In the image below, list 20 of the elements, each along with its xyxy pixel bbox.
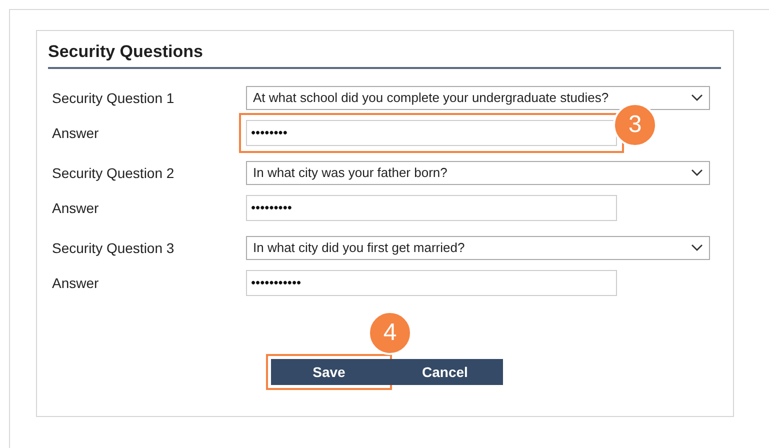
section-title: Security Questions (48, 41, 204, 63)
chevron-down-icon (691, 244, 703, 252)
question-dropdown[interactable]: In what city was your father born? (246, 161, 710, 185)
field-label: Security Question 2 (51, 164, 176, 183)
form-button[interactable]: Cancel (387, 359, 503, 385)
step-badge: 3 (613, 103, 657, 147)
step-badge: 4 (368, 311, 412, 355)
answer-field[interactable]: •••••••• (246, 120, 617, 146)
field-label: Security Question 1 (51, 88, 176, 108)
chevron-down-icon (691, 94, 703, 102)
answer-field[interactable]: ••••••••• (246, 195, 617, 221)
answer-field[interactable]: ••••••••••• (246, 270, 617, 296)
form-button[interactable]: Save (271, 359, 387, 385)
field-label: Security Question 3 (51, 238, 176, 258)
field-label: Answer (51, 124, 100, 142)
question-dropdown[interactable]: In what city did you first get married? (246, 236, 710, 260)
field-label: Answer (51, 274, 100, 292)
field-label: Answer (51, 198, 100, 218)
chevron-down-icon (691, 169, 703, 177)
question-dropdown[interactable]: At what school did you complete your undergraduate studies? (246, 86, 710, 110)
